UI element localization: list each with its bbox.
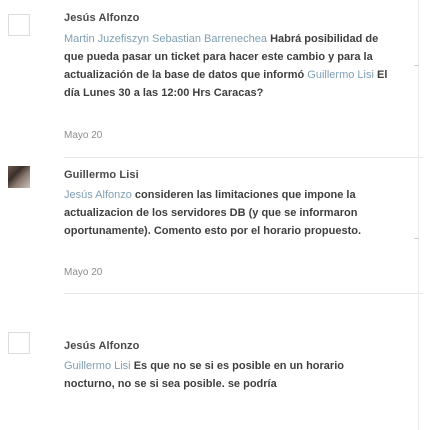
- avatar[interactable]: [8, 166, 30, 188]
- mention-link[interactable]: Guillermo Lisi: [64, 360, 131, 372]
- comment-author[interactable]: Jesús Alfonzo: [64, 340, 139, 352]
- comment-body: Martin Juzefiszyn Sebastian Barrenechea …: [64, 30, 394, 102]
- mention-link[interactable]: Sebastian Barrenechea: [152, 33, 267, 45]
- comment-date: Mayo 20: [64, 130, 103, 141]
- rail-marker: [414, 238, 419, 239]
- comment-author[interactable]: Guillermo Lisi: [64, 169, 139, 181]
- mention-link[interactable]: Martin Juzefiszyn: [64, 33, 149, 45]
- comment-body: Jesús Alfonzo consideren las limitacione…: [64, 186, 394, 240]
- divider: [64, 293, 423, 294]
- avatar[interactable]: [8, 14, 30, 36]
- mention-link[interactable]: Guillermo Lisi: [307, 69, 374, 81]
- comment-author[interactable]: Jesús Alfonzo: [64, 12, 139, 24]
- rail-marker: [414, 65, 419, 66]
- mention-link[interactable]: Jesús Alfonzo: [64, 189, 132, 201]
- comment-date: Mayo 20: [64, 267, 103, 278]
- comment-body: Guillermo Lisi Es que no se si es posibl…: [64, 357, 394, 393]
- avatar[interactable]: [8, 332, 30, 354]
- divider: [64, 157, 423, 158]
